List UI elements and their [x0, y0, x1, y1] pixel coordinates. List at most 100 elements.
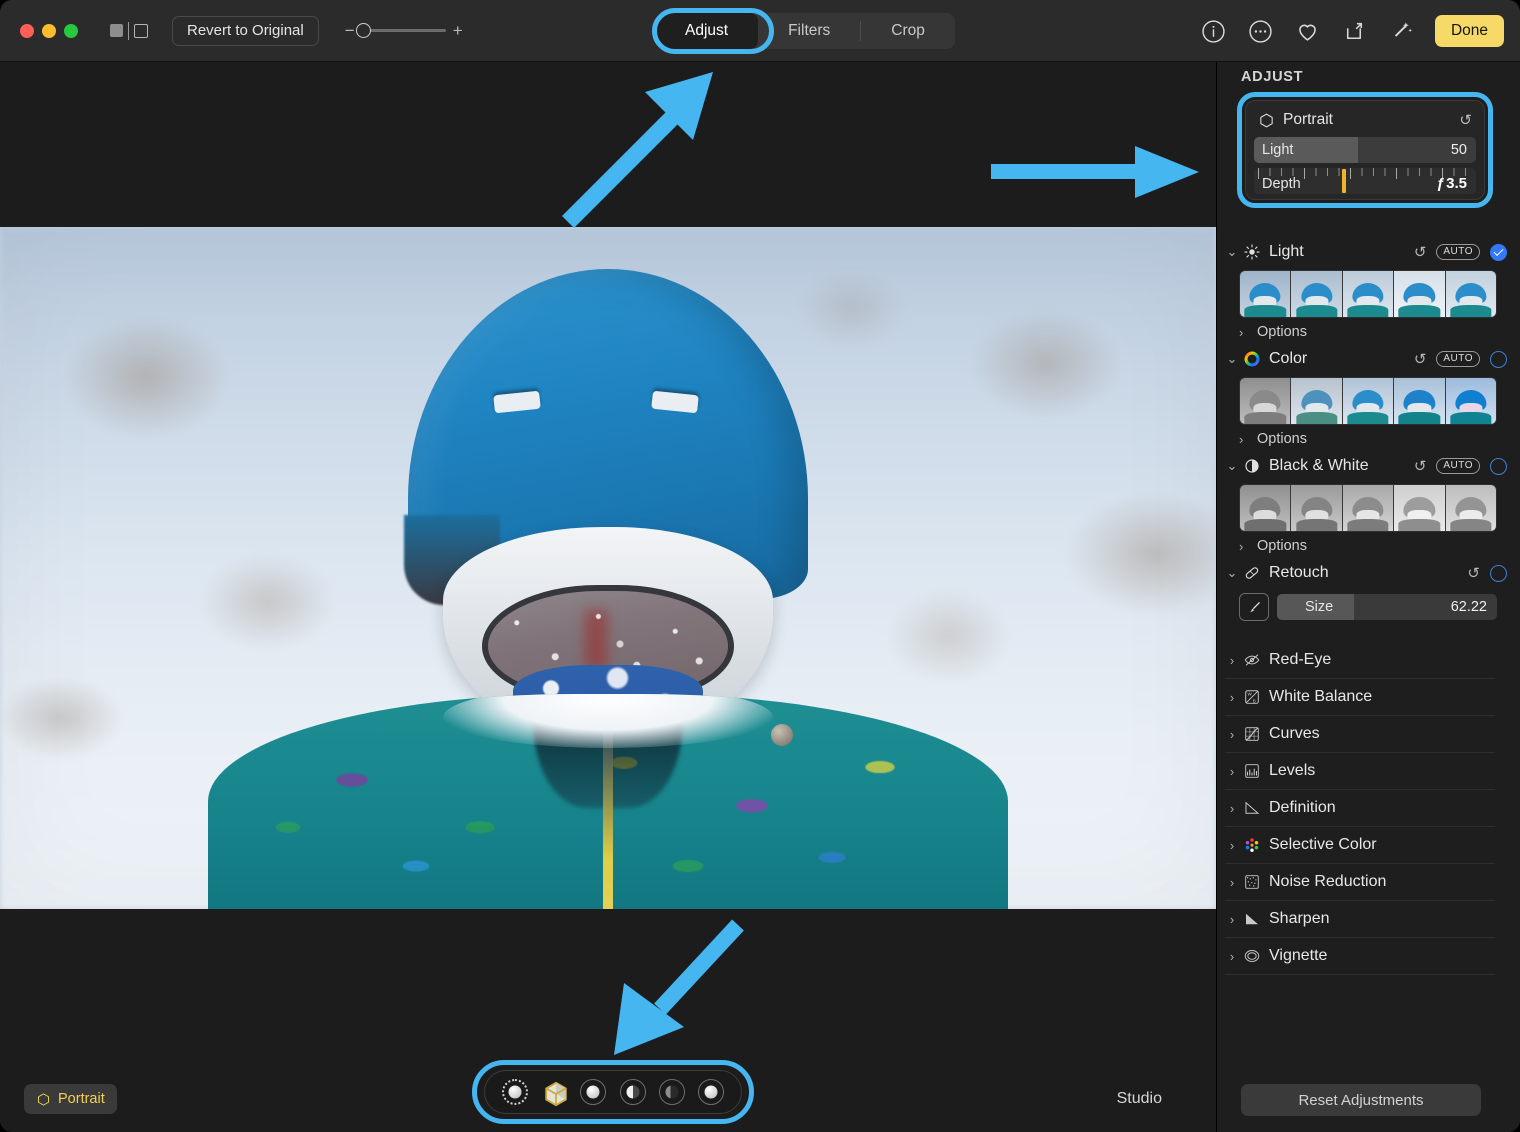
row-noise-reduction[interactable]: › Noise Reduction: [1225, 864, 1495, 901]
list-item[interactable]: [1341, 271, 1394, 317]
tab-crop[interactable]: Crop: [861, 13, 955, 49]
more-icon[interactable]: [1247, 18, 1274, 45]
lighting-effect-portrait-cube[interactable]: [541, 1079, 567, 1107]
list-item[interactable]: [1240, 271, 1291, 317]
tab-adjust[interactable]: Adjust: [655, 13, 759, 49]
list-item[interactable]: [1393, 271, 1445, 317]
lighting-effect-stage-light-mono[interactable]: [698, 1079, 725, 1105]
tab-filters-label: Filters: [788, 22, 831, 39]
portrait-reset-icon[interactable]: ↺: [1459, 111, 1472, 129]
section-color-auto-button[interactable]: AUTO: [1436, 351, 1480, 367]
chevron-right-icon[interactable]: ›: [1225, 838, 1239, 853]
section-retouch-reset-icon[interactable]: ↺: [1467, 564, 1480, 582]
row-definition[interactable]: › Definition: [1225, 790, 1495, 827]
revert-to-original-button[interactable]: Revert to Original: [172, 15, 319, 46]
row-selective-color[interactable]: › Selective Color: [1225, 827, 1495, 864]
chevron-down-icon[interactable]: ⌄: [1225, 458, 1239, 474]
brush-tool-button[interactable]: [1239, 593, 1269, 621]
section-retouch-toggle[interactable]: [1490, 564, 1507, 582]
chevron-right-icon[interactable]: ›: [1239, 432, 1253, 447]
chevron-right-icon[interactable]: ›: [1225, 875, 1239, 890]
chevron-right-icon[interactable]: ›: [1225, 764, 1239, 779]
portrait-adjustment-module[interactable]: Portrait ↺ Light 50 Depth ƒ 3.5: [1245, 100, 1485, 200]
chevron-right-icon[interactable]: ›: [1225, 912, 1239, 927]
tab-filters[interactable]: Filters: [758, 13, 860, 49]
list-item[interactable]: [1341, 485, 1394, 531]
list-item[interactable]: [1393, 378, 1445, 424]
row-red-eye[interactable]: › Red-Eye: [1225, 642, 1495, 679]
row-sharpen[interactable]: › Sharpen: [1225, 901, 1495, 938]
row-white-balance[interactable]: › W B White Balance: [1225, 679, 1495, 716]
chevron-down-icon[interactable]: ⌄: [1225, 565, 1239, 581]
section-light-toggle[interactable]: [1490, 243, 1507, 261]
list-item[interactable]: [1240, 378, 1291, 424]
section-retouch-header[interactable]: ⌄ Retouch ↺: [1217, 559, 1520, 587]
close-button[interactable]: [20, 23, 34, 38]
color-options-row[interactable]: › Options: [1239, 428, 1520, 450]
section-black-and-white-header[interactable]: ⌄ Black & White ↺ AUTO: [1217, 452, 1520, 480]
list-item[interactable]: [1444, 485, 1496, 531]
enhance-icon[interactable]: [1388, 18, 1415, 45]
list-item[interactable]: [1444, 378, 1496, 424]
section-black-and-white-label: Black & White: [1269, 457, 1369, 474]
section-bw-toggle[interactable]: [1490, 457, 1507, 475]
light-options-row[interactable]: › Options: [1239, 321, 1520, 343]
zoom-button[interactable]: [64, 23, 78, 38]
lighting-effect-studio-light[interactable]: [580, 1079, 607, 1105]
photo-image[interactable]: [0, 227, 1216, 909]
favorite-icon[interactable]: [1294, 18, 1321, 45]
list-item[interactable]: [1341, 378, 1394, 424]
info-icon[interactable]: [1200, 18, 1227, 45]
view-mode-toggle[interactable]: [110, 21, 148, 40]
list-item[interactable]: [1290, 271, 1342, 317]
retouch-size-slider[interactable]: Size 62.22: [1277, 594, 1497, 620]
portrait-module-title: Portrait: [1283, 111, 1333, 128]
portrait-light-slider[interactable]: Light 50: [1254, 137, 1476, 163]
light-preset-thumbnails[interactable]: [1239, 270, 1497, 318]
traffic-lights: [20, 23, 78, 38]
row-curves[interactable]: › Curves: [1225, 716, 1495, 753]
lighting-effect-stage-light[interactable]: [658, 1079, 685, 1105]
row-levels[interactable]: › Levels: [1225, 753, 1495, 790]
lighting-effect-natural-light[interactable]: [501, 1079, 528, 1105]
section-color-reset-icon[interactable]: ↺: [1414, 350, 1427, 368]
row-vignette[interactable]: › Vignette: [1225, 938, 1495, 975]
black-and-white-options-row[interactable]: › Options: [1239, 535, 1520, 557]
list-item[interactable]: [1240, 485, 1291, 531]
chevron-right-icon[interactable]: ›: [1225, 690, 1239, 705]
section-light-auto-button[interactable]: AUTO: [1436, 244, 1480, 260]
done-button[interactable]: Done: [1434, 15, 1504, 47]
section-light-header[interactable]: ⌄ Light ↺ AUTO: [1217, 238, 1520, 266]
portrait-badge[interactable]: Portrait: [24, 1084, 117, 1114]
color-preset-thumbnails[interactable]: [1239, 377, 1497, 425]
minimize-button[interactable]: [42, 23, 56, 38]
zoom-in-icon[interactable]: +: [449, 21, 467, 41]
chevron-right-icon[interactable]: ›: [1225, 801, 1239, 816]
black-and-white-preset-thumbnails[interactable]: [1239, 484, 1497, 532]
section-bw-auto-button[interactable]: AUTO: [1436, 458, 1480, 474]
portrait-lighting-strip[interactable]: [484, 1070, 742, 1114]
chevron-right-icon[interactable]: ›: [1225, 653, 1239, 668]
lighting-effect-contour-light[interactable]: [619, 1079, 646, 1105]
share-icon[interactable]: [1341, 18, 1368, 45]
section-color-header[interactable]: ⌄ Color ↺ AUTO: [1217, 345, 1520, 373]
section-light-reset-icon[interactable]: ↺: [1414, 243, 1427, 261]
chevron-right-icon[interactable]: ›: [1225, 949, 1239, 964]
list-item[interactable]: [1393, 485, 1445, 531]
chevron-down-icon[interactable]: ⌄: [1225, 351, 1239, 367]
chevron-right-icon[interactable]: ›: [1239, 325, 1253, 340]
list-item[interactable]: [1290, 378, 1342, 424]
list-item[interactable]: [1290, 485, 1342, 531]
chevron-down-icon[interactable]: ⌄: [1225, 244, 1239, 260]
zoom-slider[interactable]: − +: [341, 21, 467, 41]
list-item[interactable]: [1444, 271, 1496, 317]
section-color-toggle[interactable]: [1490, 350, 1507, 368]
section-bw-reset-icon[interactable]: ↺: [1414, 457, 1427, 475]
zoom-knob[interactable]: [355, 23, 371, 38]
chevron-right-icon[interactable]: ›: [1239, 539, 1253, 554]
portrait-depth-slider[interactable]: Depth ƒ 3.5: [1254, 168, 1476, 194]
depth-marker[interactable]: [1342, 169, 1346, 193]
reset-adjustments-button[interactable]: Reset Adjustments: [1241, 1084, 1481, 1116]
chevron-right-icon[interactable]: ›: [1225, 727, 1239, 742]
zoom-track[interactable]: [355, 23, 446, 38]
